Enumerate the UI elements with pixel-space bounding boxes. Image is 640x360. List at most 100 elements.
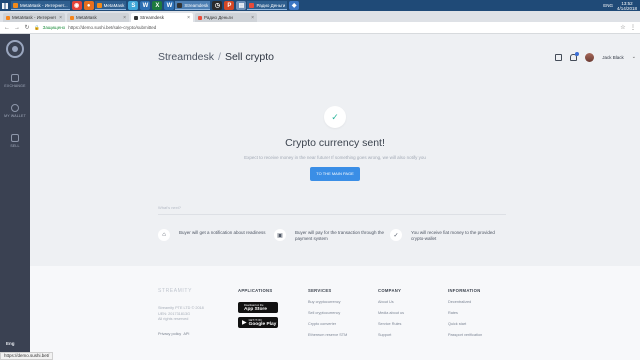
browser-tab-active[interactable]: Streamdesk × bbox=[131, 13, 193, 22]
footer-link[interactable]: Decentralized bbox=[448, 300, 518, 304]
step-item: ⌂ Buyer will get a notification about re… bbox=[158, 229, 274, 242]
sidebar-item-exchange[interactable]: EXCHANGE bbox=[0, 74, 30, 88]
taskbar-task-streamdesk[interactable]: Streamdesk bbox=[175, 1, 211, 10]
username[interactable]: Jack Black bbox=[602, 55, 624, 60]
chrome-app-icon[interactable]: ◉ bbox=[71, 1, 82, 10]
breadcrumb-brand[interactable]: Streamdesk bbox=[158, 51, 214, 63]
chevron-down-icon[interactable]: ⌄ bbox=[632, 54, 636, 60]
check-icon: ✓ bbox=[390, 229, 402, 241]
bell-icon[interactable] bbox=[570, 51, 580, 61]
footer-link[interactable]: Passport verification bbox=[448, 333, 518, 337]
word-app-icon[interactable]: W bbox=[140, 1, 151, 10]
close-icon[interactable]: × bbox=[251, 15, 254, 21]
footer-link[interactable]: Ethereum reserve STM bbox=[308, 333, 378, 337]
app-sidebar: EXCHANGE MY WALLET SELL Eng bbox=[0, 34, 30, 360]
legal-links: Privacy policy API bbox=[158, 332, 238, 338]
sidebar-item-wallet[interactable]: MY WALLET bbox=[0, 104, 30, 118]
divider bbox=[158, 214, 506, 215]
windows-logo-icon bbox=[2, 2, 8, 9]
close-icon[interactable]: × bbox=[187, 15, 190, 21]
notification-icon: ⌂ bbox=[158, 229, 170, 241]
footer-logo: STREAMITY bbox=[158, 288, 193, 294]
whats-next-label: What's next? bbox=[158, 205, 181, 210]
start-button[interactable] bbox=[0, 0, 10, 11]
streamdesk-logo[interactable] bbox=[6, 40, 24, 58]
footer-link[interactable]: Support bbox=[378, 333, 448, 337]
metamask-icon bbox=[6, 15, 10, 20]
browser-tab[interactable]: Радио Деньги × bbox=[195, 13, 257, 22]
taskbar-task-metamask-2[interactable]: MetaMask bbox=[94, 1, 127, 10]
store-name: App Store bbox=[244, 306, 267, 312]
google-play-button[interactable]: ▶ GET IT ON Google Play bbox=[238, 317, 278, 328]
step-text: You will receive fiat money to the provi… bbox=[411, 230, 495, 241]
powerpoint-app-icon[interactable]: P bbox=[224, 1, 235, 10]
skype-app-icon[interactable]: S bbox=[128, 1, 139, 10]
excel-app-icon[interactable]: X bbox=[152, 1, 163, 10]
page-title: Sell crypto bbox=[224, 51, 274, 63]
firefox-app-icon[interactable]: ● bbox=[83, 1, 94, 10]
breadcrumb-separator: / bbox=[218, 51, 221, 63]
footer-heading: APPLICATIONS bbox=[238, 288, 273, 293]
footer-applications: APPLICATIONS Download on the App Store ▶ … bbox=[238, 288, 308, 360]
close-icon[interactable]: × bbox=[123, 15, 126, 21]
star-icon[interactable]: ☆ bbox=[620, 24, 626, 31]
wallet-icon[interactable] bbox=[555, 53, 563, 61]
back-icon[interactable]: ← bbox=[4, 25, 10, 31]
success-title: Crypto currency sent! bbox=[285, 137, 385, 149]
footer-link[interactable]: Buy cryptocurrency bbox=[308, 300, 378, 304]
clock[interactable]: 13:52 4/14/2018 bbox=[617, 1, 637, 11]
store-name: Google Play bbox=[248, 321, 277, 327]
sidebar-item-sell[interactable]: SELL bbox=[0, 134, 30, 148]
metamask-icon bbox=[96, 2, 102, 8]
url-input[interactable]: 🔒 Защищено https://demo.sushi.bet/sale-c… bbox=[34, 23, 592, 32]
reload-icon[interactable]: ↻ bbox=[24, 24, 30, 31]
api-link[interactable]: API bbox=[183, 332, 189, 336]
footer-link[interactable]: About Us bbox=[378, 300, 448, 304]
radio-icon bbox=[198, 15, 202, 20]
secure-label: Защищено bbox=[42, 25, 66, 30]
windows-taskbar: MetaMask - Интернет... ◉ ● MetaMask S W … bbox=[0, 0, 640, 11]
success-subtitle: Expect to receive money in the near futu… bbox=[244, 155, 426, 160]
footer-link[interactable]: Sell cryptocurrency bbox=[308, 311, 378, 315]
close-icon[interactable]: × bbox=[59, 15, 62, 21]
app-store-button[interactable]: Download on the App Store bbox=[238, 302, 278, 313]
word-app-icon-2[interactable]: W bbox=[164, 1, 175, 10]
google-play-icon: ▶ bbox=[242, 320, 247, 326]
payment-icon: ▣ bbox=[274, 229, 286, 241]
avatar[interactable] bbox=[585, 52, 595, 62]
step-item: ✓ You will receive fiat money to the pro… bbox=[390, 229, 506, 242]
clock-app-icon[interactable]: ◷ bbox=[212, 1, 223, 10]
forward-icon[interactable]: → bbox=[14, 25, 20, 31]
app-icon[interactable]: ◆ bbox=[289, 1, 300, 10]
header-actions: Jack Black ⌄ bbox=[555, 51, 636, 62]
taskbar-task-metamask-1[interactable]: MetaMask - Интернет... bbox=[11, 1, 70, 10]
taskbar-task-radio[interactable]: Радио Деньги bbox=[247, 1, 288, 10]
language-indicator[interactable]: ENG bbox=[603, 3, 613, 8]
privacy-policy-link[interactable]: Privacy policy bbox=[158, 332, 181, 336]
footer-heading: INFORMATION bbox=[448, 288, 481, 293]
footer-link[interactable]: Service Rules bbox=[378, 322, 448, 326]
sidebar-item-label: MY WALLET bbox=[4, 114, 26, 118]
check-icon: ✓ bbox=[324, 106, 346, 128]
clock-date: 4/14/2018 bbox=[616, 5, 637, 11]
sidebar-item-label: EXCHANGE bbox=[4, 84, 26, 88]
footer-heading: COMPANY bbox=[378, 288, 402, 293]
browser-tab[interactable]: MetaMask × bbox=[67, 13, 129, 22]
sidebar-item-label: SELL bbox=[10, 144, 20, 148]
language-switch[interactable]: Eng bbox=[6, 341, 15, 346]
to-main-page-button[interactable]: TO THE MAIN PAGE bbox=[310, 167, 360, 181]
radio-icon bbox=[249, 2, 255, 8]
status-bar-url: https://demo.sushi.bet/ bbox=[0, 352, 54, 360]
footer-link[interactable]: Quick start bbox=[448, 322, 518, 326]
metamask-icon bbox=[70, 15, 74, 20]
footer-link[interactable]: Media about us bbox=[378, 311, 448, 315]
footer-brand: STREAMITY Streamity PTE LTD © 2018 UEN: … bbox=[158, 288, 238, 360]
footer-link[interactable]: Rates bbox=[448, 311, 518, 315]
menu-icon[interactable]: ⋮ bbox=[630, 24, 636, 31]
url-text: https://demo.sushi.bet/sale-crypto/submi… bbox=[68, 25, 157, 30]
tab-label: MetaMask - Интернет bbox=[12, 15, 57, 20]
footer-link[interactable]: Crypto converter bbox=[308, 322, 378, 326]
wallet-icon bbox=[11, 104, 19, 112]
browser-tab[interactable]: MetaMask - Интернет × bbox=[3, 13, 65, 22]
explorer-app-icon[interactable]: ▤ bbox=[236, 1, 247, 10]
